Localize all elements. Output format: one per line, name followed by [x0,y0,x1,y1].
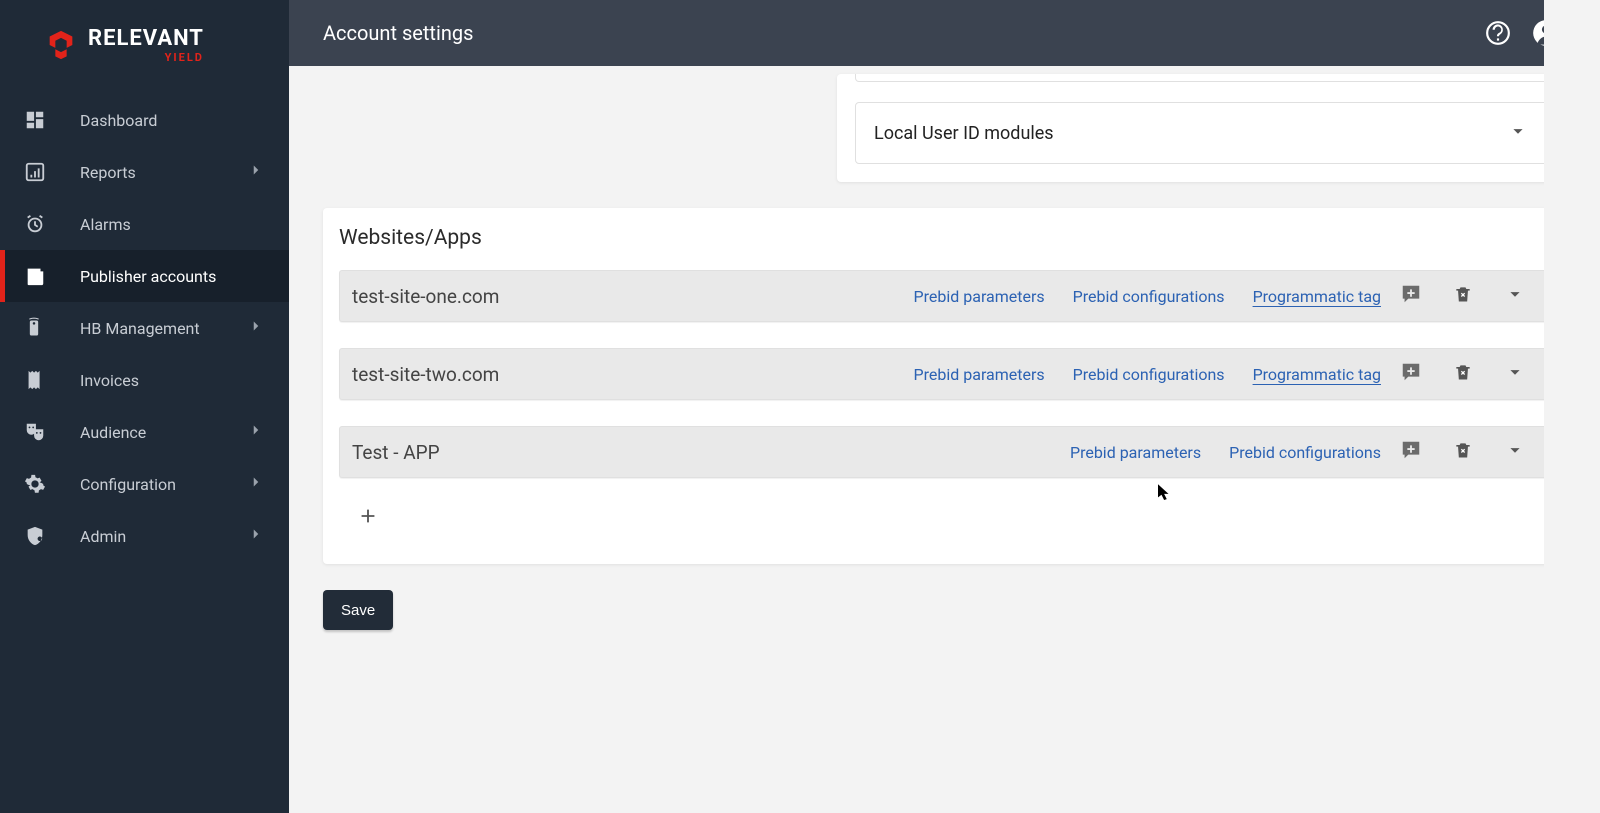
brand-mark-icon [44,28,78,62]
chevron-right-icon [247,525,265,547]
sidebar-item-admin[interactable]: Admin [0,510,289,562]
chevron-down-icon [1504,283,1526,309]
sidebar-item-label: HB Management [80,319,200,338]
expand-button[interactable] [1493,439,1537,465]
trash-icon [1453,362,1473,386]
sidebar-item-configuration[interactable]: Configuration [0,458,289,510]
sidebar-item-publisher-accounts[interactable]: Publisher accounts [0,250,289,302]
sidebar-item-hb-management[interactable]: HB Management [0,302,289,354]
sidebar-item-label: Invoices [80,371,139,390]
help-button[interactable] [1478,13,1518,53]
dashboard-icon [24,109,80,131]
site-name: Test - APP [352,441,1042,464]
remote-icon [24,317,80,339]
programmatic-tag-link[interactable]: Programmatic tag [1253,365,1381,384]
prebid-configurations-link[interactable]: Prebid configurations [1073,365,1225,384]
sidebar-item-label: Admin [80,527,126,546]
expand-button[interactable] [1493,283,1537,309]
receipt-icon [24,369,80,391]
chevron-right-icon [247,421,265,443]
sidebar-item-label: Dashboard [80,111,157,130]
site-name: test-site-one.com [352,285,886,308]
upper-panel: Local User ID modules [837,74,1566,182]
prebid-parameters-link[interactable]: Prebid parameters [914,365,1045,384]
sidebar-item-dashboard[interactable]: Dashboard [0,94,289,146]
theater-icon [24,421,80,443]
local-user-id-accordion[interactable]: Local User ID modules [855,102,1548,164]
delete-button[interactable] [1441,440,1485,464]
alarm-icon [24,213,80,235]
shield-icon [24,525,80,547]
scrollbar-gutter [1544,0,1600,813]
sidebar-item-label: Alarms [80,215,131,234]
collapsed-section-stub [855,74,1548,82]
chevron-right-icon [247,317,265,339]
websites-apps-panel: Websites/Apps test-site-one.com Prebid pa… [323,208,1566,564]
plus-icon [357,505,379,527]
site-name: test-site-two.com [352,363,886,386]
comment-plus-icon [1400,439,1422,465]
chevron-down-icon [1504,439,1526,465]
prebid-configurations-link[interactable]: Prebid configurations [1229,443,1381,462]
chevron-down-icon [1507,120,1529,147]
sidebar-item-reports[interactable]: Reports [0,146,289,198]
prebid-parameters-link[interactable]: Prebid parameters [914,287,1045,306]
sidebar-item-label: Publisher accounts [80,267,216,286]
delete-button[interactable] [1441,362,1485,386]
accordion-label: Local User ID modules [874,123,1054,144]
help-icon [1485,20,1511,46]
panel-title: Websites/Apps [339,226,1550,250]
sidebar-item-audience[interactable]: Audience [0,406,289,458]
sidebar-item-invoices[interactable]: Invoices [0,354,289,406]
trash-icon [1453,284,1473,308]
programmatic-tag-link[interactable]: Programmatic tag [1253,287,1381,306]
chevron-right-icon [247,161,265,183]
add-comment-button[interactable] [1389,361,1433,387]
save-button[interactable]: Save [323,590,393,630]
newspaper-icon [24,265,80,287]
brand-logo[interactable]: RELEVANT YIELD [0,0,289,90]
expand-button[interactable] [1493,361,1537,387]
brand-sub: YIELD [165,52,204,63]
sidebar-item-label: Audience [80,423,146,442]
gear-icon [24,473,80,495]
comment-plus-icon [1400,283,1422,309]
delete-button[interactable] [1441,284,1485,308]
add-site-button[interactable] [353,501,383,531]
chevron-right-icon [247,473,265,495]
add-comment-button[interactable] [1389,283,1433,309]
trash-icon [1453,440,1473,464]
prebid-configurations-link[interactable]: Prebid configurations [1073,287,1225,306]
add-comment-button[interactable] [1389,439,1433,465]
prebid-parameters-link[interactable]: Prebid parameters [1070,443,1201,462]
sidebar-item-label: Reports [80,163,136,182]
site-row: test-site-two.com Prebid parameters Prebid… [339,348,1550,400]
page-title: Account settings [323,21,473,45]
sidebar-item-alarms[interactable]: Alarms [0,198,289,250]
sidebar: RELEVANT YIELD Dashboard Reports Alarms Pub… [0,0,289,813]
site-row: Test - APP Prebid parameters Prebid config… [339,426,1550,478]
sidebar-item-label: Configuration [80,475,176,494]
sidebar-nav: Dashboard Reports Alarms Publisher accounts… [0,90,289,562]
site-row: test-site-one.com Prebid parameters Prebid… [339,270,1550,322]
bar-chart-icon [24,161,80,183]
brand-name: RELEVANT [88,28,204,50]
chevron-down-icon [1504,361,1526,387]
comment-plus-icon [1400,361,1422,387]
topbar: Account settings [289,0,1600,66]
